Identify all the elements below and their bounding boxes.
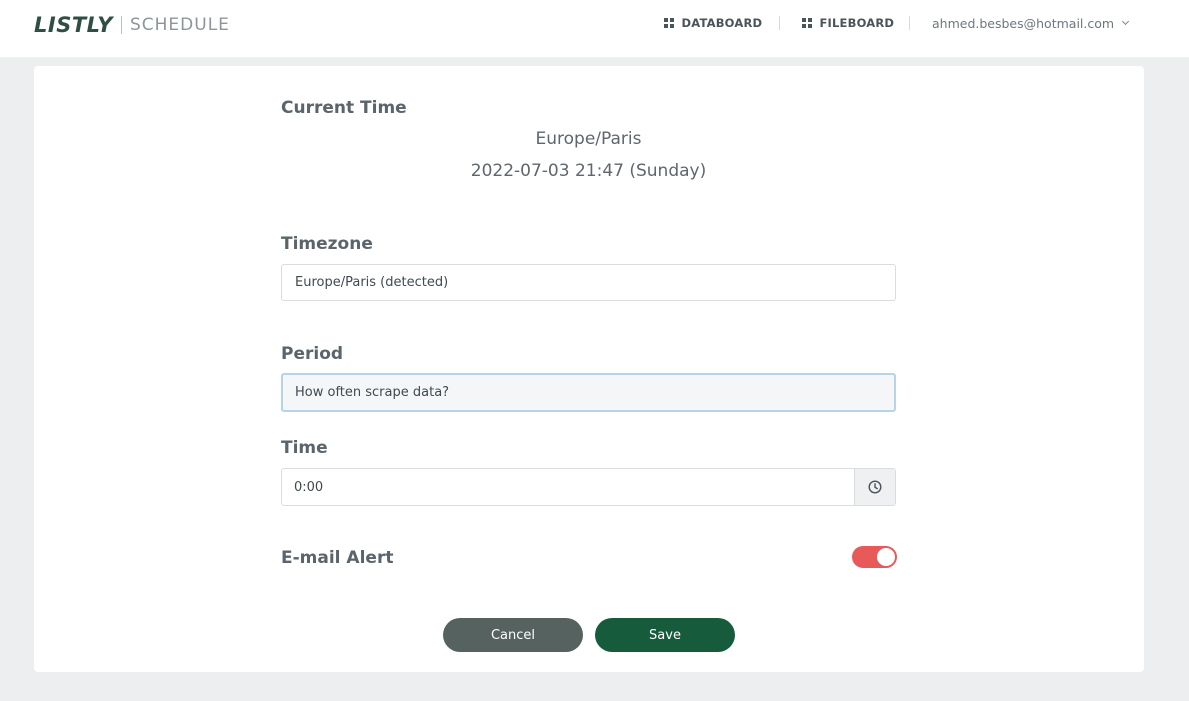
nav-databoard[interactable]: DATABOARD [664,15,762,31]
top-header: LISTLY SCHEDULE DATABOARD FILEBOARD ahme… [0,0,1189,57]
current-time-label: Current Time [281,98,407,118]
clock-icon [868,480,882,494]
nav-fileboard[interactable]: FILEBOARD [802,15,894,31]
email-alert-label: E-mail Alert [281,548,394,568]
email-alert-toggle[interactable] [852,546,897,568]
grid-icon [664,18,674,28]
grid-icon [802,18,812,28]
logo-section-label: SCHEDULE [129,15,230,35]
time-value: 0:00 [294,479,324,495]
period-select[interactable]: How often scrape data? [281,373,896,412]
nav-divider [909,16,910,30]
timezone-label: Timezone [281,234,373,254]
time-input[interactable]: 0:00 [282,469,854,505]
logo-wordmark: LISTLY [34,13,113,37]
period-label: Period [281,344,344,364]
nav-databoard-label: DATABOARD [681,16,763,30]
save-button[interactable]: Save [595,618,735,652]
current-datetime: 2022-07-03 21:47 (Sunday) [470,161,707,181]
period-placeholder: How often scrape data? [295,385,450,400]
toggle-knob [877,548,895,566]
schedule-card: Current Time Europe/Paris 2022-07-03 21:… [34,66,1144,672]
cancel-button[interactable]: Cancel [443,618,583,652]
user-email: ahmed.besbes@hotmail.com [932,15,1115,31]
current-timezone: Europe/Paris [535,129,642,149]
timezone-select[interactable]: Europe/Paris (detected) [281,264,896,301]
user-menu[interactable]: ahmed.besbes@hotmail.com [932,15,1130,31]
logo-divider [120,16,122,34]
logo[interactable]: LISTLY SCHEDULE [34,13,230,37]
chevron-down-icon [1122,17,1130,25]
nav-divider [779,16,780,30]
time-picker-button[interactable] [854,469,895,505]
nav-fileboard-label: FILEBOARD [819,16,895,30]
time-picker: 0:00 [281,468,896,506]
time-label: Time [281,438,328,458]
timezone-value: Europe/Paris (detected) [295,275,449,290]
